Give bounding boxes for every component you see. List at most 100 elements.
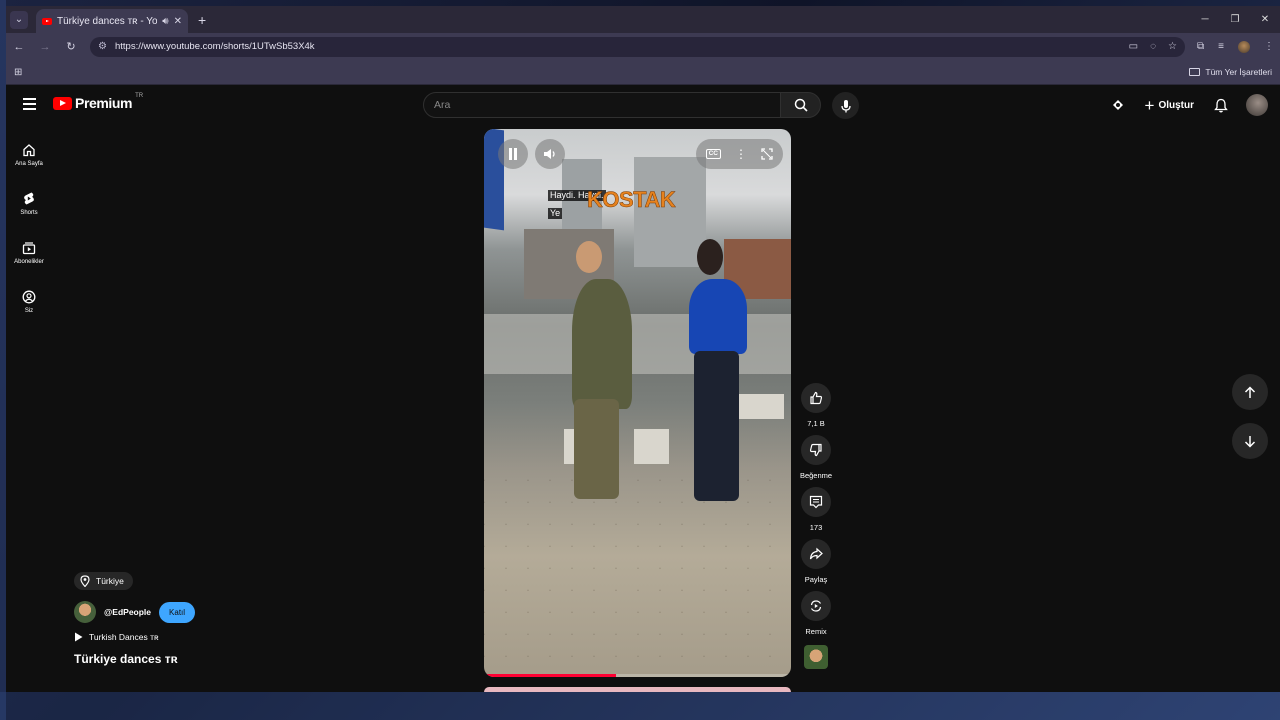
cast-icon[interactable]: ▭: [1129, 41, 1138, 52]
minimize-button[interactable]: ─: [1190, 6, 1220, 33]
guide-menu-icon[interactable]: [23, 98, 36, 113]
arrow-down-icon: [1244, 435, 1256, 448]
thumbs-up-icon: [810, 391, 823, 405]
share-button[interactable]: [801, 539, 831, 569]
pause-button[interactable]: [498, 139, 528, 169]
more-options-icon[interactable]: ⋮: [735, 147, 747, 161]
tab-close-icon[interactable]: ✕: [174, 16, 182, 27]
search-box: [423, 92, 781, 118]
arrow-up-icon: [1244, 385, 1256, 398]
remix-action[interactable]: Remix: [801, 591, 831, 636]
comments-action[interactable]: 173: [801, 487, 831, 532]
playlist-label: Turkish Dances ᴛʀ: [89, 632, 159, 642]
sidebar-item-label: Shorts: [20, 210, 38, 216]
bookmark-star-icon[interactable]: ☆: [1168, 41, 1177, 52]
home-icon: [23, 143, 35, 156]
subscriptions-icon: [22, 241, 36, 254]
back-button[interactable]: ←: [12, 41, 26, 53]
window-controls: ─ ❐ ✕: [1190, 6, 1280, 33]
dancer-right: [689, 279, 747, 354]
fullscreen-icon[interactable]: [761, 148, 773, 160]
volume-button[interactable]: [535, 139, 565, 169]
share-icon: [809, 547, 823, 560]
channel-row: @EdPeople Katıl: [74, 601, 196, 623]
sidebar-item-home[interactable]: Ana Sayfa: [6, 130, 52, 179]
search-input[interactable]: [434, 99, 780, 111]
sidebar-item-you[interactable]: Siz: [6, 277, 52, 326]
youtube-favicon-icon: [42, 17, 52, 25]
tab-search-button[interactable]: ⌄: [10, 10, 28, 29]
browser-window: ⌄ Türkiye dances ᴛʀ - YouTub 🔊︎ ✕ + ─ ❐ …: [6, 6, 1280, 692]
create-label: Oluştur: [1158, 99, 1194, 111]
next-short-preview[interactable]: [484, 687, 791, 692]
player-controls-top: CC ⋮: [498, 139, 783, 169]
shorts-video-player[interactable]: CC ⋮ Haydi. Haydi. Ye KOSTAK: [484, 129, 791, 677]
dancer-right-legs: [694, 351, 739, 501]
speaker-icon[interactable]: 🔊︎: [162, 16, 168, 27]
forward-button[interactable]: →: [38, 41, 52, 53]
new-tab-button[interactable]: +: [198, 12, 206, 28]
dislike-button[interactable]: [800, 435, 831, 465]
bookmarks-bar: ⊞ Tüm Yer İşaretleri: [6, 60, 1280, 85]
close-window-button[interactable]: ✕: [1250, 6, 1280, 33]
remix-label: Remix: [805, 627, 827, 636]
search-button[interactable]: [780, 92, 821, 118]
dancer-left-legs: [574, 399, 619, 499]
profile-avatar[interactable]: [1238, 40, 1250, 53]
folder-icon: [1189, 68, 1201, 76]
address-bar[interactable]: ⚙ https://www.youtube.com/shorts/1UTwSb5…: [90, 36, 1186, 57]
create-button[interactable]: + Oluştur: [1137, 91, 1203, 119]
location-pin-icon: [80, 575, 90, 587]
channel-avatar[interactable]: [74, 601, 96, 623]
comments-button[interactable]: [801, 487, 831, 517]
like-action[interactable]: 7,1 B: [801, 383, 831, 428]
all-bookmarks-label: Tüm Yer İşaretleri: [1205, 67, 1272, 77]
account-avatar[interactable]: [1246, 94, 1268, 116]
comment-icon: [809, 495, 823, 509]
playlist-link[interactable]: Turkish Dances ᴛʀ: [74, 632, 195, 642]
sidebar-item-label: Siz: [24, 307, 34, 314]
youtube-premium-logo[interactable]: Premium TR: [53, 93, 143, 111]
progress-fill: [484, 674, 616, 677]
like-button[interactable]: [801, 383, 831, 413]
sidebar-item-subscriptions[interactable]: Abonelikler: [6, 228, 52, 277]
reload-button[interactable]: ↻: [64, 40, 78, 53]
captions-button[interactable]: CC: [705, 149, 721, 159]
url-text: https://www.youtube.com/shorts/1UTwSb53X…: [114, 41, 315, 52]
mini-guide: Ana Sayfa Shorts Abonelikler Siz: [6, 130, 52, 326]
shorts-remix-icon[interactable]: [1111, 98, 1125, 112]
next-short-button[interactable]: [1232, 423, 1268, 459]
shorts-icon: [24, 192, 34, 205]
extensions-icon[interactable]: ⧉: [1197, 41, 1204, 52]
eye-off-icon[interactable]: ◌: [1150, 41, 1156, 52]
remix-button[interactable]: [801, 591, 831, 621]
like-count: 7,1 B: [807, 419, 825, 428]
browser-tab-active[interactable]: Türkiye dances ᴛʀ - YouTub 🔊︎ ✕: [36, 9, 188, 33]
masthead: Premium TR + Oluştur: [6, 85, 1280, 125]
all-bookmarks[interactable]: Tüm Yer İşaretleri: [1189, 67, 1272, 77]
sidebar-item-label: Ana Sayfa: [15, 160, 43, 167]
site-info-icon[interactable]: ⚙: [98, 41, 107, 52]
masthead-actions: + Oluştur: [1111, 91, 1268, 119]
video-overlay-text: KOSTAK: [587, 187, 676, 213]
browser-toolbar: ← → ↻ ⚙ https://www.youtube.com/shorts/1…: [6, 33, 1280, 60]
video-progress-bar[interactable]: [484, 674, 791, 677]
voice-search-button[interactable]: [832, 92, 859, 119]
apps-grid-icon[interactable]: ⊞: [14, 67, 22, 78]
notifications-bell-icon[interactable]: [1214, 98, 1228, 113]
channel-name[interactable]: @EdPeople: [104, 607, 151, 617]
sound-channel-thumbnail[interactable]: [804, 645, 828, 669]
dislike-action[interactable]: Beğenme: [800, 435, 832, 480]
restore-button[interactable]: ❐: [1220, 6, 1250, 33]
share-action[interactable]: Paylaş: [801, 539, 831, 584]
previous-short-button[interactable]: [1232, 374, 1268, 410]
menu-icon[interactable]: ⋮: [1264, 41, 1274, 52]
thumbs-down-icon: [809, 443, 822, 457]
short-title: Türkiye dances ᴛʀ: [74, 652, 178, 666]
volume-icon: [544, 149, 555, 159]
media-control-icon[interactable]: ≡: [1218, 41, 1224, 52]
sidebar-item-shorts[interactable]: Shorts: [6, 179, 52, 228]
location-chip[interactable]: Türkiye: [74, 572, 133, 590]
join-button[interactable]: Katıl: [159, 601, 196, 623]
logo-text: Premium: [75, 95, 133, 111]
